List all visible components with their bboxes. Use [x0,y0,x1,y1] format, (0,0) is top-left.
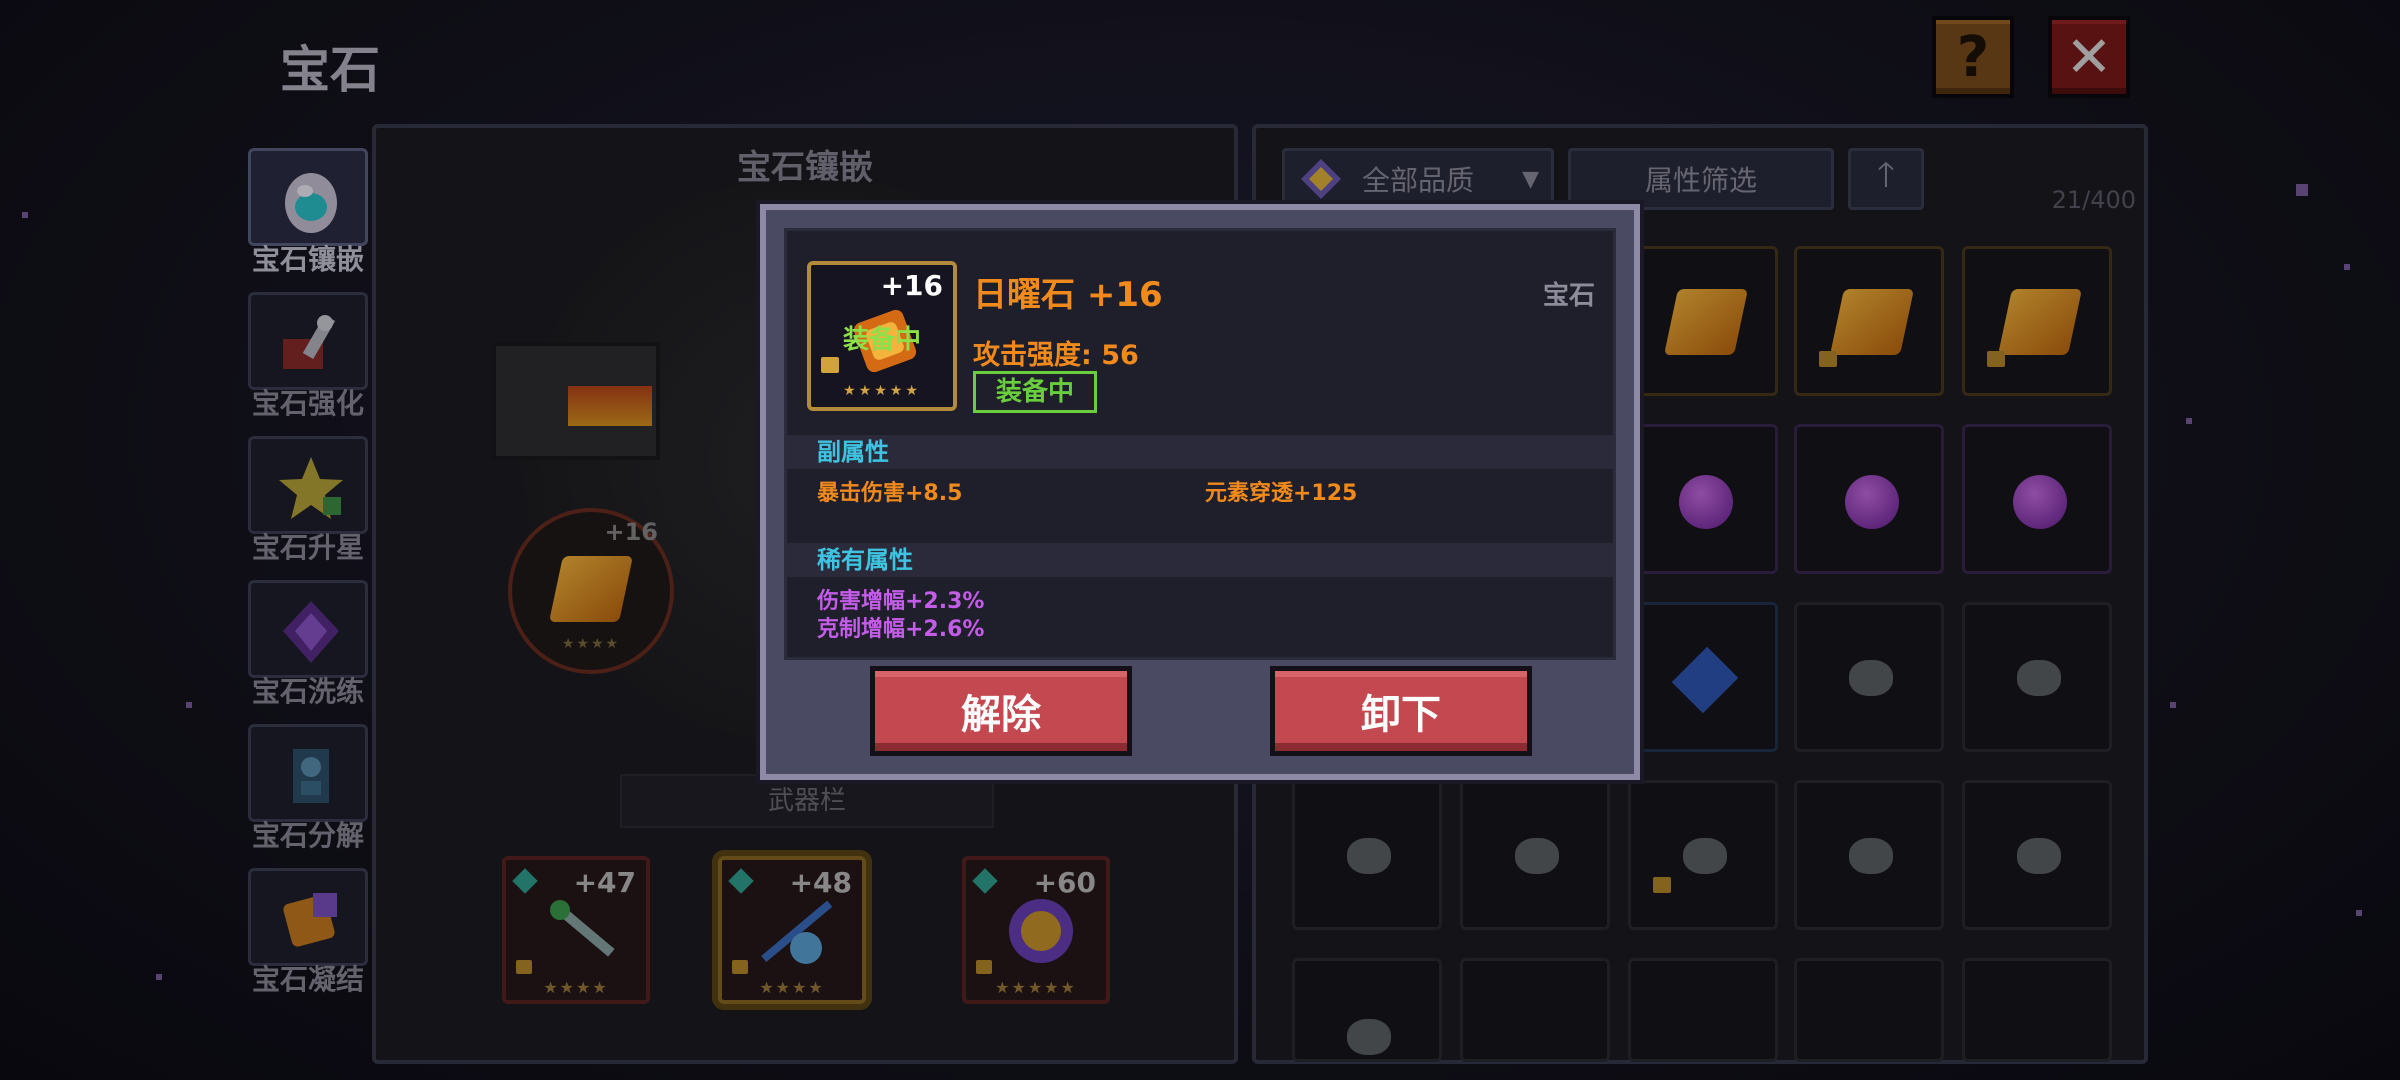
rare-attr: 克制增幅+2.6% [817,617,985,642]
gem-attack: 攻击强度: 56 [973,340,1139,371]
sub-attr-header: 副属性 [787,435,1613,469]
gem-item-icon: +16 装备中 ★★★★★ [807,261,957,411]
remove-button[interactable]: 解除 [870,666,1132,756]
gem-detail-content: +16 装备中 ★★★★★ 日曜石 +16 宝石 攻击强度: 56 装备中 副属… [784,228,1616,660]
gem-stars: ★★★★★ [843,383,921,399]
unequip-button[interactable]: 卸下 [1270,666,1532,756]
rare-attr-header: 稀有属性 [787,543,1613,577]
equipped-badge: 装备中 [842,325,921,355]
gem-name: 日曜石 +16 [973,275,1163,315]
sub-attr: 暴击伤害+8.5 [817,481,963,506]
gem-level: +16 [880,269,943,302]
lock-icon [821,357,839,373]
gem-type: 宝石 [1542,281,1595,311]
sub-attr: 元素穿透+125 [1205,481,1358,506]
equipped-status: 装备中 [973,371,1097,413]
gem-detail-dialog: +16 装备中 ★★★★★ 日曜石 +16 宝石 攻击强度: 56 装备中 副属… [760,204,1640,780]
